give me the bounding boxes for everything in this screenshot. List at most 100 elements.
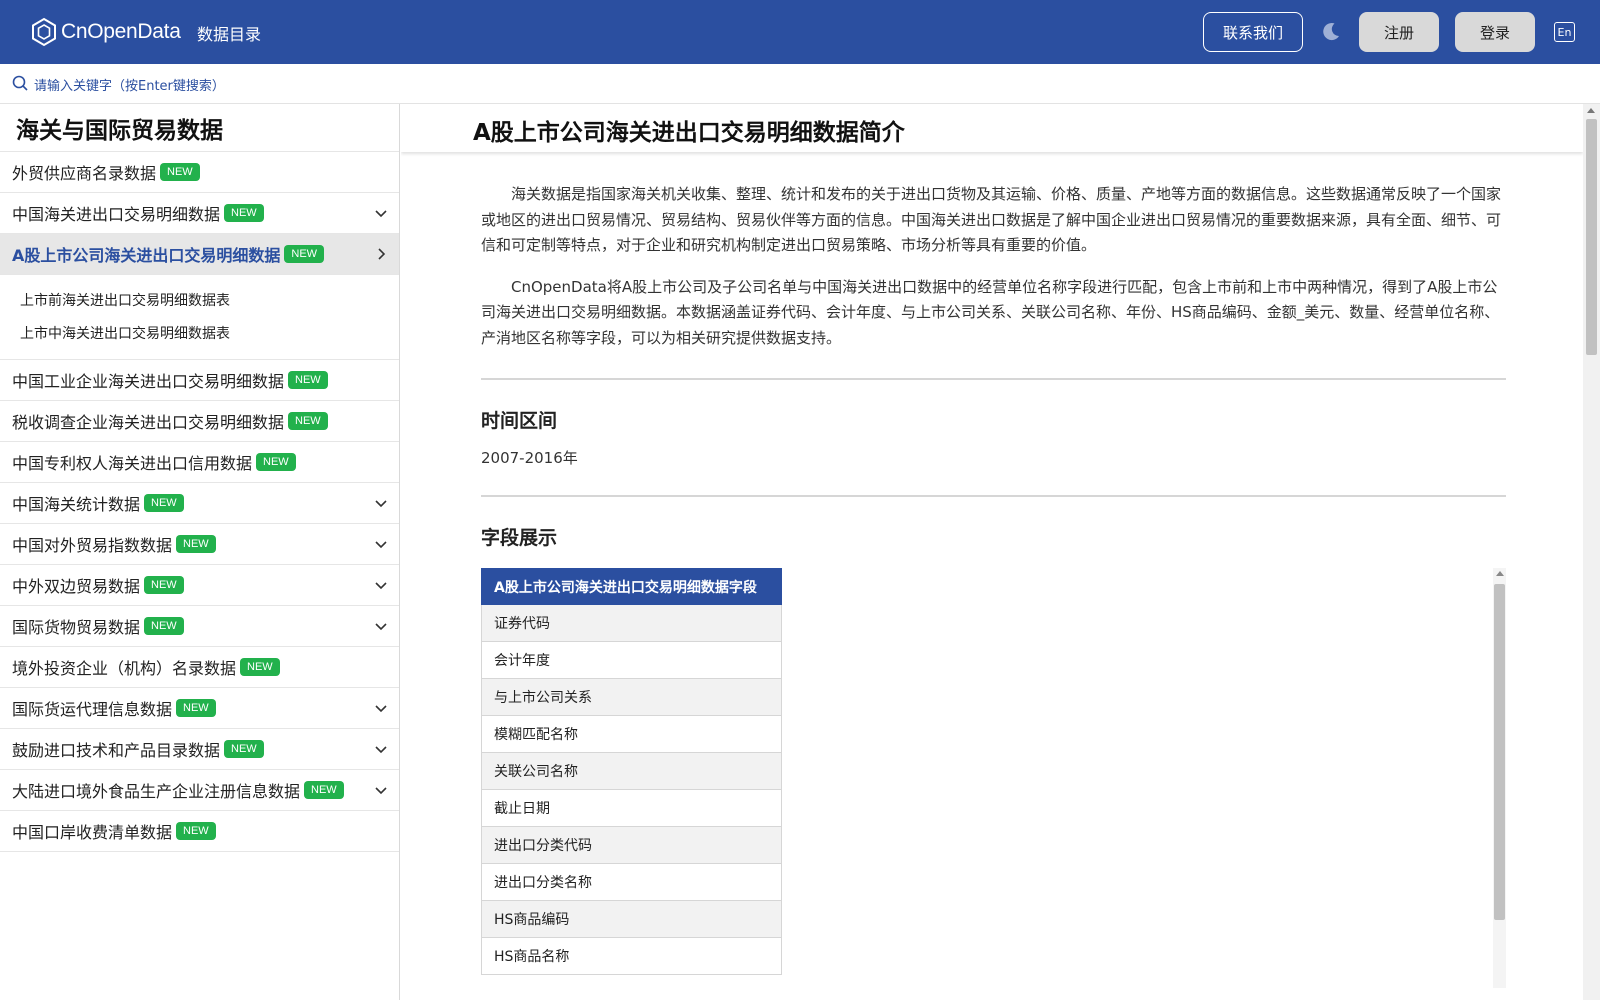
page-scrollbar[interactable] [1583, 104, 1600, 1000]
divider [481, 378, 1506, 380]
sidebar-item-label: 中国口岸收费清单数据 [12, 823, 173, 842]
new-badge: NEW [304, 781, 344, 799]
new-badge: NEW [144, 617, 184, 635]
sidebar-item-label: 外贸供应商名录数据 [12, 164, 157, 183]
sidebar-subitems: 上市前海关进出口交易明细数据表 上市中海关进出口交易明细数据表 [0, 275, 399, 360]
chevron-down-icon[interactable] [373, 700, 389, 716]
sidebar-item[interactable]: 中国专利权人海关进出口信用数据 NEW [0, 442, 399, 483]
table-row: 会计年度 [481, 641, 782, 679]
register-button[interactable]: 注册 [1359, 12, 1439, 52]
main-header: A股上市公司海关进出口交易明细数据简介 [401, 104, 1583, 152]
sidebar-item[interactable]: 国际货运代理信息数据 NEW [0, 688, 399, 729]
table-row: 证券代码 [481, 604, 782, 642]
logo[interactable]: CnOpenData [30, 16, 181, 48]
sidebar-item-label: 鼓励进口技术和产品目录数据 [12, 741, 221, 760]
table-row: 与上市公司关系 [481, 678, 782, 716]
search-input[interactable]: 请输入关键字（按Enter键搜索） [34, 75, 225, 94]
sidebar-item-label: 国际货运代理信息数据 [12, 700, 173, 719]
table-row: HS商品编码 [481, 900, 782, 938]
new-badge: NEW [240, 658, 280, 676]
new-badge: NEW [176, 699, 216, 717]
intro-paragraph: CnOpenData将A股上市公司及子公司名单与中国海关进出口数据中的经营单位名… [481, 277, 1500, 347]
sidebar-item-label: 国际货物贸易数据 [12, 618, 141, 637]
new-badge: NEW [288, 371, 328, 389]
moon-icon[interactable] [1320, 20, 1342, 42]
hexagon-logo-icon [32, 17, 56, 47]
new-badge: NEW [176, 535, 216, 553]
sidebar-item-label: 税收调查企业海关进出口交易明细数据 [12, 413, 285, 432]
sidebar-item[interactable]: 中国对外贸易指数数据 NEW [0, 524, 399, 565]
new-badge: NEW [176, 822, 216, 840]
new-badge: NEW [288, 412, 328, 430]
sidebar-item[interactable]: 中国工业企业海关进出口交易明细数据 NEW [0, 360, 399, 401]
sidebar-item-label: 中国工业企业海关进出口交易明细数据 [12, 372, 285, 391]
time-range-title: 时间区间 [481, 410, 558, 432]
sidebar-item-label: 中国对外贸易指数数据 [12, 536, 173, 555]
sidebar-item-label: 境外投资企业（机构）名录数据 [12, 659, 237, 678]
sidebar-item[interactable]: 中国口岸收费清单数据 NEW [0, 811, 399, 852]
table-scrollbar[interactable] [1493, 568, 1506, 988]
chevron-down-icon[interactable] [373, 205, 389, 221]
content-body: 海关数据是指国家海关机关收集、整理、统计和发布的关于进出口货物及其运输、价格、质… [481, 182, 1506, 988]
sidebar-item-label: 中外双边贸易数据 [12, 577, 141, 596]
sidebar-item-label: 中国海关进出口交易明细数据 [12, 205, 221, 224]
sidebar-item-active[interactable]: A股上市公司海关进出口交易明细数据 NEW [0, 234, 399, 275]
scroll-up-arrow-icon[interactable] [1587, 108, 1595, 113]
table-row: 进出口分类名称 [481, 863, 782, 901]
chevron-down-icon[interactable] [373, 782, 389, 798]
language-toggle[interactable]: En [1554, 22, 1575, 42]
sidebar-item-label: A股上市公司海关进出口交易明细数据 [12, 246, 281, 265]
table-row: 截止日期 [481, 789, 782, 827]
chevron-down-icon[interactable] [373, 618, 389, 634]
chevron-down-icon[interactable] [373, 741, 389, 757]
nav-data-catalog[interactable]: 数据目录 [197, 21, 261, 45]
chevron-down-icon[interactable] [373, 536, 389, 552]
time-range-value: 2007-2016年 [481, 449, 578, 467]
sidebar-item-label: 大陆进口境外食品生产企业注册信息数据 [12, 782, 301, 801]
sidebar-item-label: 中国海关统计数据 [12, 495, 141, 514]
table-row: 关联公司名称 [481, 752, 782, 790]
intro-paragraph: 海关数据是指国家海关机关收集、整理、统计和发布的关于进出口货物及其运输、价格、质… [481, 185, 1502, 254]
sidebar-item[interactable]: 外贸供应商名录数据 NEW [0, 152, 399, 193]
sidebar-subitem[interactable]: 上市前海关进出口交易明细数据表 [0, 283, 399, 316]
sidebar-item[interactable]: 国际货物贸易数据 NEW [0, 606, 399, 647]
divider [481, 495, 1506, 497]
chevron-right-icon[interactable] [373, 246, 389, 262]
main-content: A股上市公司海关进出口交易明细数据简介 海关数据是指国家海关机关收集、整理、统计… [401, 104, 1583, 1000]
fields-title: 字段展示 [481, 527, 558, 549]
table-row: 进出口分类代码 [481, 826, 782, 864]
fields-table-header: A股上市公司海关进出口交易明细数据字段 [481, 568, 782, 605]
category-sidebar: 海关与国际贸易数据 外贸供应商名录数据 NEW 中国海关进出口交易明细数据 NE… [0, 104, 400, 1000]
logo-text: CnOpenData [61, 20, 181, 43]
top-navbar: CnOpenData 数据目录 联系我们 注册 登录 En [0, 0, 1600, 64]
table-row: 模糊匹配名称 [481, 715, 782, 753]
page-scrollbar-thumb[interactable] [1586, 119, 1597, 355]
sidebar-title: 海关与国际贸易数据 [0, 104, 399, 152]
chevron-down-icon[interactable] [373, 577, 389, 593]
sidebar-item-label: 中国专利权人海关进出口信用数据 [12, 454, 253, 473]
sidebar-item[interactable]: 中外双边贸易数据 NEW [0, 565, 399, 606]
new-badge: NEW [224, 204, 264, 222]
contact-us-button[interactable]: 联系我们 [1203, 12, 1303, 52]
sidebar-subitem[interactable]: 上市中海关进出口交易明细数据表 [0, 316, 399, 349]
fields-table: A股上市公司海关进出口交易明细数据字段 证券代码 会计年度 与上市公司关系 模糊… [481, 568, 782, 975]
sidebar-item[interactable]: 中国海关进出口交易明细数据 NEW [0, 193, 399, 234]
search-bar: 请输入关键字（按Enter键搜索） [0, 64, 1600, 104]
new-badge: NEW [160, 163, 200, 181]
chevron-down-icon[interactable] [373, 495, 389, 511]
table-scrollbar-thumb[interactable] [1494, 584, 1505, 920]
scroll-up-arrow-icon[interactable] [1496, 571, 1504, 576]
new-badge: NEW [144, 494, 184, 512]
search-icon [12, 75, 28, 91]
new-badge: NEW [256, 453, 296, 471]
page-title: A股上市公司海关进出口交易明细数据简介 [473, 120, 905, 146]
sidebar-item[interactable]: 境外投资企业（机构）名录数据 NEW [0, 647, 399, 688]
sidebar-item[interactable]: 税收调查企业海关进出口交易明细数据 NEW [0, 401, 399, 442]
sidebar-item[interactable]: 鼓励进口技术和产品目录数据 NEW [0, 729, 399, 770]
sidebar-item[interactable]: 中国海关统计数据 NEW [0, 483, 399, 524]
sidebar-item[interactable]: 大陆进口境外食品生产企业注册信息数据 NEW [0, 770, 399, 811]
new-badge: NEW [224, 740, 264, 758]
fields-table-container: A股上市公司海关进出口交易明细数据字段 证券代码 会计年度 与上市公司关系 模糊… [481, 568, 1506, 988]
table-row: HS商品名称 [481, 937, 782, 975]
login-button[interactable]: 登录 [1455, 12, 1535, 52]
